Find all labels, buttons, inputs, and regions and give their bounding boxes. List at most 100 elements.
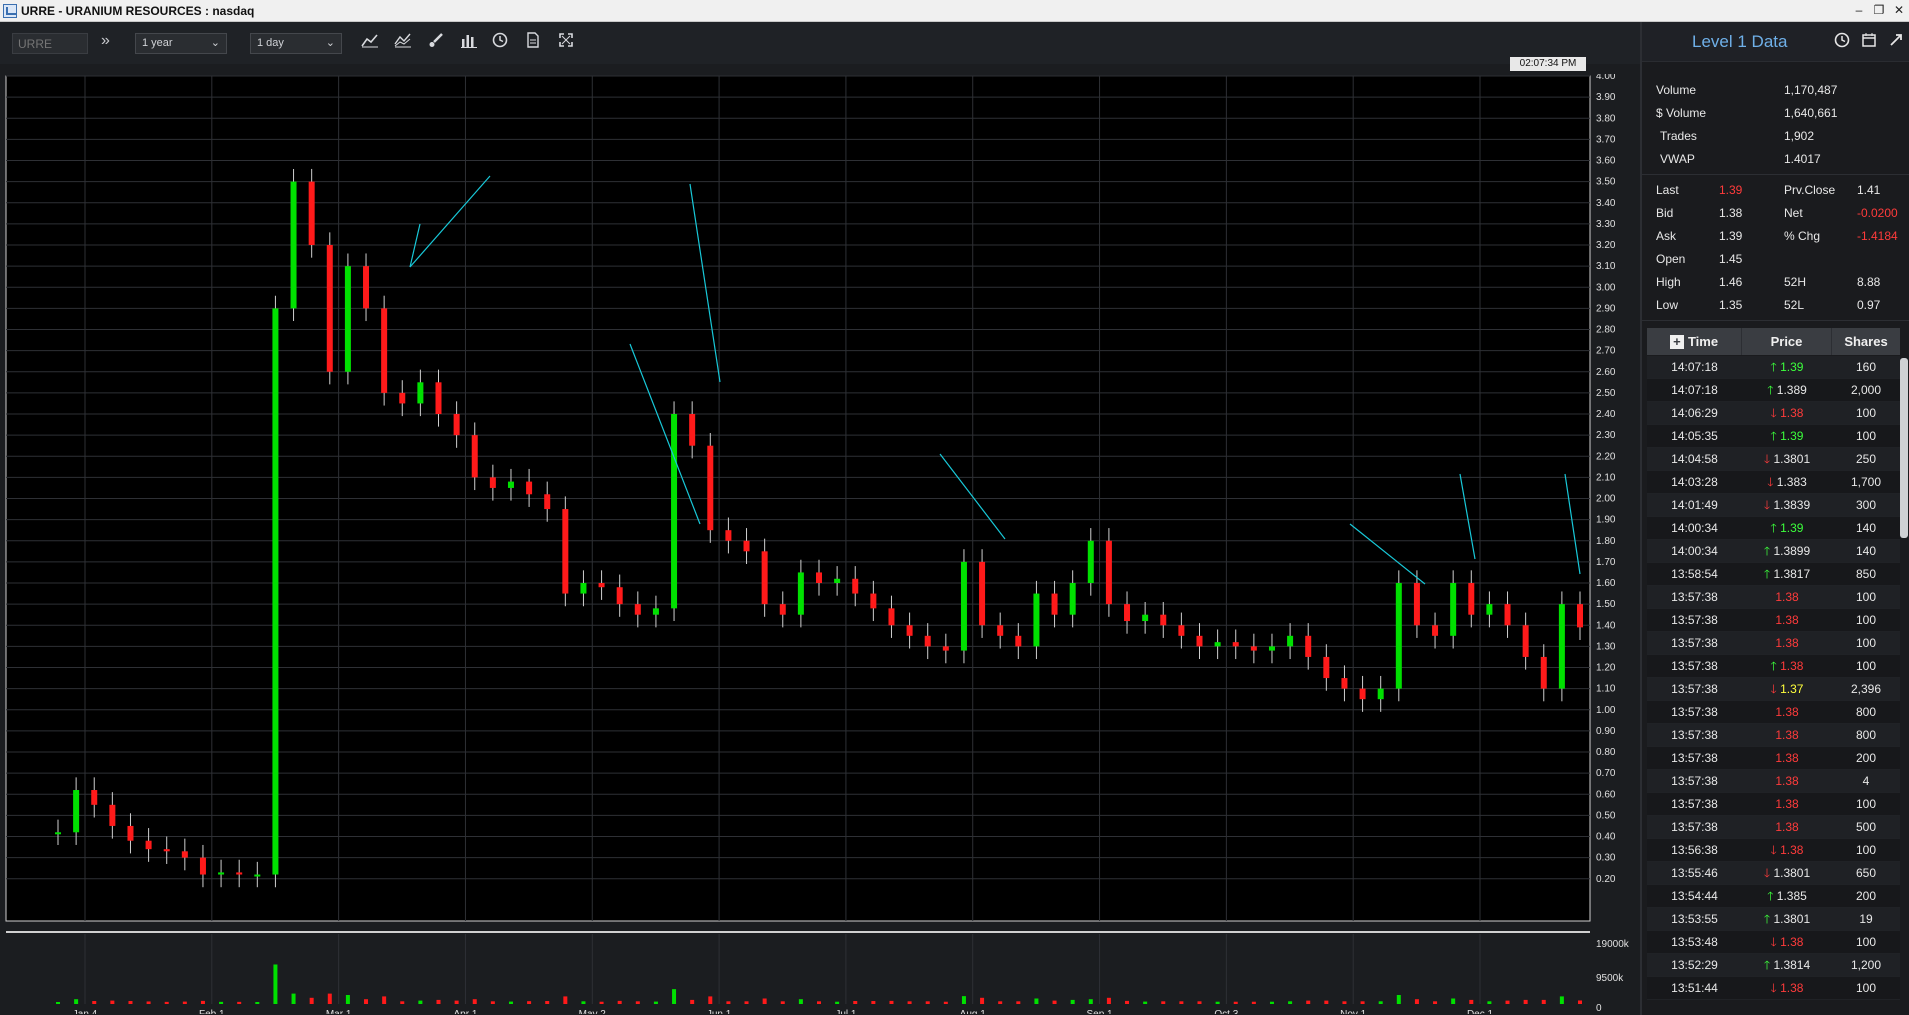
calendar-icon[interactable] [1861, 32, 1877, 52]
table-row[interactable]: 14:00:34 🡑 1.39 140 [1647, 517, 1900, 540]
table-row[interactable]: 14:04:58 🡓 1.3801 250 [1647, 448, 1900, 471]
table-row[interactable]: 13:57:38 1.38 100 [1647, 609, 1900, 632]
volume-bar [1469, 999, 1474, 1004]
close-icon[interactable]: ✕ [1891, 2, 1907, 18]
scrollbar-thumb[interactable] [1900, 358, 1908, 538]
time-sales-list[interactable]: 14:07:18 🡑 1.39 160 14:07:18 🡑 1.389 2,000 14:… [1647, 356, 1900, 1014]
table-row[interactable]: 14:07:18 🡑 1.39 160 [1647, 356, 1900, 379]
candle-body [1540, 656, 1547, 689]
detach-icon[interactable] [1888, 32, 1904, 52]
candle-body [1323, 656, 1330, 679]
candle-body [453, 414, 460, 436]
indicator-icon[interactable] [392, 32, 414, 54]
table-row[interactable]: 13:57:38 1.38 500 [1647, 816, 1900, 839]
fullscreen-icon[interactable] [555, 32, 577, 54]
clock-icon[interactable] [1834, 32, 1850, 52]
document-icon[interactable] [522, 32, 544, 54]
trade-shares: 800 [1855, 728, 1877, 742]
expand-chevron-icon[interactable]: » [101, 32, 110, 50]
trade-price-value: 1.38 [1780, 843, 1804, 857]
trade-price: 🡓 1.3839 [1742, 494, 1832, 516]
candle-body [381, 308, 388, 393]
table-row[interactable]: 13:57:38 1.38 800 [1647, 724, 1900, 747]
shares-column-header[interactable]: Shares [1832, 328, 1900, 355]
candle-body [616, 587, 623, 605]
low-label: Low [1656, 298, 1679, 312]
table-row[interactable]: 13:54:44 🡑 1.385 200 [1647, 885, 1900, 908]
candle-body [562, 509, 569, 594]
trade-time: 14:01:49 [1671, 498, 1718, 512]
trade-price-value: 1.3801 [1773, 866, 1811, 880]
trade-time: 13:57:38 [1671, 636, 1718, 650]
table-row[interactable]: 13:57:38 1.38 100 [1647, 586, 1900, 609]
volume-bar [56, 1002, 60, 1004]
table-row[interactable]: 13:57:38 🡑 1.38 100 [1647, 655, 1900, 678]
candle-body [1287, 635, 1294, 647]
add-column-icon[interactable]: + [1669, 334, 1684, 349]
trade-time: 13:57:38 [1671, 820, 1718, 834]
date-tick-label: Sep 1 [1086, 1009, 1113, 1014]
app-chart-icon [3, 3, 17, 18]
volume-bar [490, 1001, 495, 1004]
time-column-header[interactable]: + Time [1647, 328, 1742, 355]
table-row[interactable]: 13:55:46 🡓 1.3801 650 [1647, 862, 1900, 885]
price-tick-label: 0.60 [1596, 789, 1616, 800]
volume-bar [527, 1001, 532, 1004]
table-row[interactable]: 13:58:54 🡑 1.3817 850 [1647, 563, 1900, 586]
trade-shares: 2,000 [1850, 383, 1882, 397]
trade-price: 🡓 1.3801 [1742, 448, 1832, 470]
candle-body [181, 851, 188, 858]
draw-brush-icon[interactable] [425, 32, 447, 54]
range-select[interactable]: 1 year ⌄ [135, 33, 227, 54]
trade-price-value: 1.38 [1775, 820, 1799, 834]
table-row[interactable]: 14:07:18 🡑 1.389 2,000 [1647, 379, 1900, 402]
table-row[interactable]: 14:06:29 🡓 1.38 100 [1647, 402, 1900, 425]
table-row[interactable]: 13:57:38 1.38 100 [1647, 632, 1900, 655]
restore-icon[interactable]: ❐ [1871, 2, 1887, 18]
candle-body [326, 245, 333, 372]
table-row[interactable]: 13:57:38 1.38 800 [1647, 701, 1900, 724]
up-arrow-icon: 🡑 [1763, 958, 1774, 972]
line-chart-icon[interactable] [359, 32, 381, 54]
table-row[interactable]: 13:57:38 1.38 200 [1647, 747, 1900, 770]
clock-icon[interactable] [489, 32, 511, 54]
candle-body [363, 266, 370, 309]
table-row[interactable]: 13:51:44 🡓 1.38 100 [1647, 977, 1900, 1000]
table-row[interactable]: 14:00:34 🡑 1.3899 140 [1647, 540, 1900, 563]
symbol-input[interactable] [12, 33, 88, 54]
volume-bar [508, 1001, 513, 1004]
table-row[interactable]: 13:57:38 1.38 100 [1647, 793, 1900, 816]
price-tick-label: 4.00 [1596, 74, 1616, 82]
volume-bar [1306, 1000, 1311, 1004]
price-tick-label: 1.30 [1596, 641, 1616, 652]
up-arrow-icon: 🡑 [1770, 429, 1781, 443]
vwap-value: 1.4017 [1784, 152, 1821, 166]
table-row[interactable]: 14:03:28 🡓 1.383 1,700 [1647, 471, 1900, 494]
level1-header: Level 1 Data [1642, 22, 1909, 62]
interval-select[interactable]: 1 day ⌄ [250, 33, 342, 54]
candle-body [671, 414, 678, 609]
dollar-volume-value: 1,640,661 [1784, 106, 1838, 120]
price-chart[interactable]: 4.00 3.90 3.80 3.70 3.60 3.50 3.40 3.30 3.20 3.10… [0, 74, 1640, 1014]
table-row[interactable]: 14:01:49 🡓 1.3839 300 [1647, 494, 1900, 517]
table-row[interactable]: 13:57:38 🡓 1.37 2,396 [1647, 678, 1900, 701]
candle-body [1105, 540, 1112, 605]
volume-bar [889, 1000, 894, 1004]
minimize-icon[interactable]: – [1851, 2, 1867, 18]
table-row[interactable]: 14:05:35 🡑 1.39 100 [1647, 425, 1900, 448]
price-column-header[interactable]: Price [1742, 328, 1832, 355]
trade-price-value: 1.39 [1780, 360, 1804, 374]
trade-time: 13:57:38 [1671, 774, 1718, 788]
window-controls: – ❐ ✕ [1851, 2, 1907, 18]
candle-body [1069, 583, 1076, 615]
volume-bar [545, 1001, 550, 1004]
table-row[interactable]: 13:57:38 1.38 4 [1647, 770, 1900, 793]
table-row[interactable]: 13:53:48 🡓 1.38 100 [1647, 931, 1900, 954]
table-row[interactable]: 13:52:29 🡑 1.3814 1,200 [1647, 954, 1900, 977]
volume-bar [255, 1002, 260, 1004]
table-row[interactable]: 13:53:55 🡑 1.3801 19 [1647, 908, 1900, 931]
time-sales-scrollbar[interactable] [1900, 356, 1908, 1014]
trade-price: 🡑 1.39 [1742, 356, 1832, 378]
table-row[interactable]: 13:56:38 🡓 1.38 100 [1647, 839, 1900, 862]
bar-chart-icon[interactable] [458, 32, 480, 54]
